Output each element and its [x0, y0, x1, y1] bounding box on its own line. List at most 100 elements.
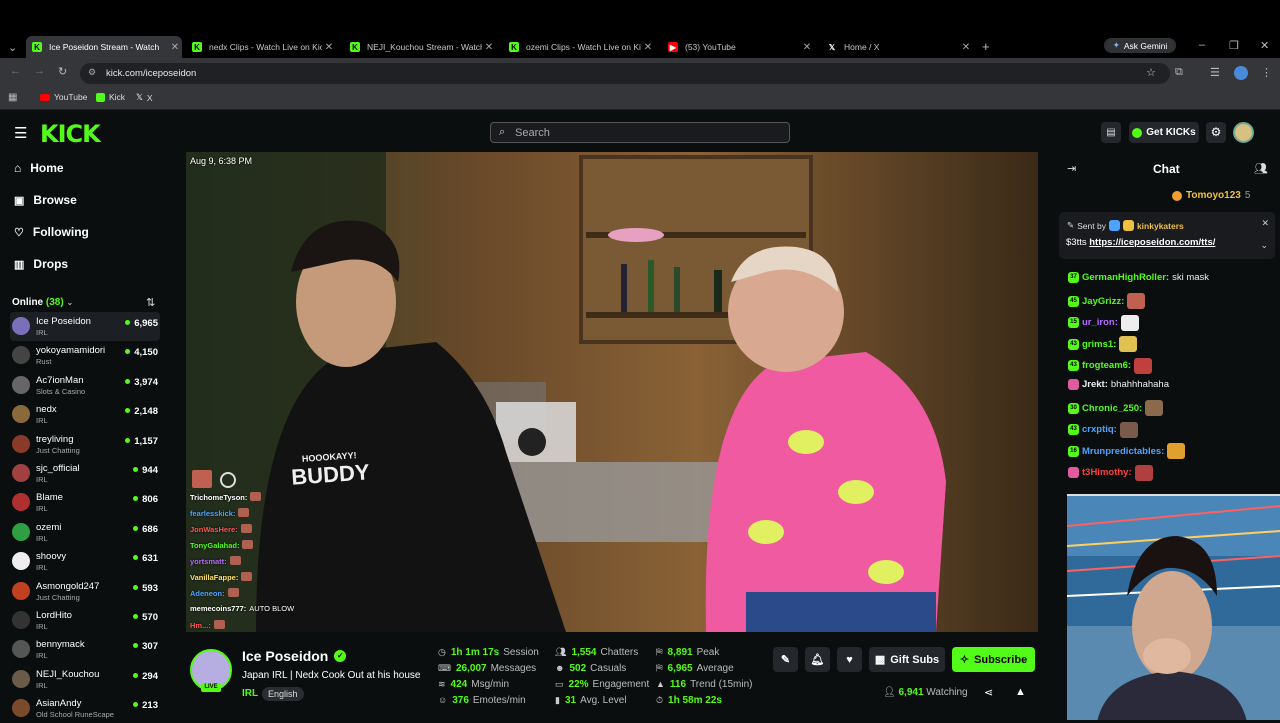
- theater-mode-button[interactable]: ▤: [1101, 122, 1121, 143]
- extensions-icon[interactable]: ⧉: [1175, 66, 1183, 79]
- gift-subs-button[interactable]: ▩ Gift Subs: [869, 647, 945, 672]
- overlay-emote: [213, 620, 225, 629]
- tab-search-icon[interactable]: ⌄: [8, 41, 17, 54]
- browser-menu-icon[interactable]: ⋮: [1261, 66, 1272, 79]
- user-avatar[interactable]: [1233, 122, 1254, 143]
- verified-icon: ✓: [334, 650, 347, 662]
- chat-message[interactable]: 30 Chronic_250:: [1068, 400, 1164, 417]
- sidebar-channel[interactable]: ozemi IRL 686: [10, 518, 160, 547]
- pin-button[interactable]: ✎: [773, 647, 798, 672]
- browser-tab-1[interactable]: K Ice Poseidon Stream - Watch ✕: [26, 36, 182, 58]
- chat-message[interactable]: 45 JayGrizz:: [1068, 293, 1146, 310]
- chat-message[interactable]: 37 GermanHighRoller: ski mask: [1068, 272, 1209, 283]
- live-badge: LIVE: [201, 683, 221, 692]
- channel-avatar: [12, 522, 30, 541]
- bookmark-kick[interactable]: Kick: [96, 92, 125, 102]
- close-icon[interactable]: ✕: [800, 42, 814, 53]
- sidebar-channel[interactable]: bennymack IRL 307: [10, 635, 160, 664]
- chat-message[interactable]: 16 Mrunpredictables:: [1068, 443, 1186, 460]
- sidebar-channel[interactable]: Blame IRL 806: [10, 488, 160, 517]
- stat-icon: ☻: [555, 663, 565, 673]
- url-input[interactable]: ⚙ kick.com/iceposeidon ☆: [80, 63, 1170, 84]
- profile-avatar[interactable]: [1234, 66, 1248, 80]
- tab-media-icon[interactable]: ☰: [1210, 66, 1220, 79]
- chat-message[interactable]: 43 frogteam6:: [1068, 357, 1153, 374]
- unpin-icon[interactable]: ✕: [1261, 218, 1269, 229]
- sidebar-channel[interactable]: treyliving Just Chatting 1,157: [10, 430, 160, 459]
- sidebar-item-drops[interactable]: ▥ Drops: [14, 257, 68, 271]
- bookmark-x[interactable]: 𝕏 X: [136, 92, 153, 103]
- video-player[interactable]: Aug 9, 6:38 PM HOOOKAYY! BUDDY TrichomeT…: [186, 152, 1038, 632]
- sidebar-item-following[interactable]: ♡ Following: [14, 225, 89, 239]
- get-kicks-button[interactable]: Get KICKs: [1129, 122, 1199, 143]
- close-icon[interactable]: ✕: [322, 42, 336, 53]
- user-badge: [1122, 220, 1134, 231]
- close-icon[interactable]: ✕: [959, 42, 973, 53]
- chat-message[interactable]: Jrekt: bhahhhahaha: [1068, 379, 1169, 390]
- sidebar-channel[interactable]: sjc_official IRL 944: [10, 459, 160, 488]
- report-icon[interactable]: ▲: [1015, 686, 1026, 698]
- chat-message[interactable]: 43 grims1:: [1068, 336, 1138, 353]
- minimize-icon[interactable]: –: [1199, 39, 1205, 51]
- sidebar-channel[interactable]: Ice Poseidon IRL 6,965: [10, 312, 160, 341]
- overlay-chat-line: Adeneon:: [190, 588, 239, 598]
- channel-avatar: [12, 552, 30, 571]
- channel-name: ozemi: [36, 521, 62, 533]
- search-input[interactable]: ⌕ Search: [490, 122, 790, 143]
- language-tag[interactable]: English: [262, 687, 304, 701]
- apps-grid-icon[interactable]: ▦: [8, 92, 17, 103]
- follow-button[interactable]: ♥: [837, 647, 862, 672]
- browser-tab-3[interactable]: K NEJI_Kouchou Stream - Watch ✕: [344, 36, 496, 58]
- chat-emote: [1119, 336, 1138, 353]
- sidebar-channel[interactable]: shoovy IRL 631: [10, 547, 160, 576]
- chat-message[interactable]: 43 crxptiq:: [1068, 421, 1138, 438]
- kick-logo[interactable]: KICK: [40, 120, 101, 148]
- sort-icon[interactable]: ⇅: [146, 296, 155, 309]
- sidebar-channel[interactable]: nedx IRL 2,148: [10, 400, 160, 429]
- browser-tab-6[interactable]: 𝕏 Home / X ✕: [821, 36, 973, 58]
- browser-tab-5[interactable]: ▶ (53) YouTube ✕: [662, 36, 814, 58]
- chat-message[interactable]: t3Himothy:: [1068, 464, 1153, 481]
- chat-users-icon[interactable]: 👥︎: [1254, 162, 1268, 175]
- browser-tab-2[interactable]: K nedx Clips - Watch Live on Kick ✕: [186, 36, 336, 58]
- site-info-icon[interactable]: ⚙: [88, 67, 96, 78]
- notification-button[interactable]: 🔔︎: [805, 647, 830, 672]
- sidebar-channel[interactable]: Ac7ionMan Slots & Casino 3,974: [10, 371, 160, 400]
- sidebar-channel[interactable]: yokoyamamidori Rust 4,150: [10, 341, 160, 370]
- close-icon[interactable]: ✕: [641, 42, 655, 53]
- hamburger-menu-icon[interactable]: ☰: [14, 124, 27, 142]
- subscribe-button[interactable]: ✧ Subscribe: [952, 647, 1035, 672]
- back-icon[interactable]: ←: [10, 65, 21, 77]
- chevron-down-icon: ⌄: [66, 298, 74, 307]
- share-icon[interactable]: ⋖: [984, 686, 993, 699]
- chat-message[interactable]: 15 ur_iron:: [1068, 314, 1139, 331]
- close-icon[interactable]: ✕: [482, 42, 496, 53]
- sidebar-channel[interactable]: AsianAndy Old School RuneScape 213: [10, 694, 160, 723]
- browser-tab-4[interactable]: K ozemi Clips - Watch Live on Kick ✕: [503, 36, 655, 58]
- collapse-chat-icon[interactable]: ⇥: [1067, 162, 1076, 175]
- pinned-message[interactable]: ✎ Sent by kinkykaters $3tts https://icep…: [1059, 212, 1275, 259]
- forward-icon[interactable]: →: [34, 65, 45, 77]
- close-window-icon[interactable]: ✕: [1260, 39, 1269, 52]
- sidebar-item-home[interactable]: ⌂ Home: [14, 161, 64, 175]
- close-icon[interactable]: ✕: [168, 42, 182, 53]
- maximize-icon[interactable]: ❐: [1229, 39, 1239, 52]
- ask-gemini-button[interactable]: ✦ Ask Gemini: [1104, 38, 1176, 53]
- new-tab-icon[interactable]: +: [982, 39, 990, 54]
- kick-favicon-icon: K: [192, 42, 202, 52]
- sidebar-channel[interactable]: NEJI_Kouchou IRL 294: [10, 665, 160, 694]
- sidebar-item-browse[interactable]: ▣ Browse: [14, 193, 77, 207]
- streamer-name[interactable]: Ice Poseidon ✓: [242, 648, 347, 664]
- overlay-emote: [229, 556, 241, 565]
- sidebar-channel[interactable]: LordHito IRL 570: [10, 606, 160, 635]
- sidebar-channel[interactable]: Asmongold247 Just Chatting 593: [10, 577, 160, 606]
- pinned-link[interactable]: https://iceposeidon.com/tts/: [1089, 237, 1215, 248]
- category-link[interactable]: IRL: [242, 688, 258, 699]
- channel-category: IRL: [36, 328, 48, 337]
- bookmark-youtube[interactable]: YouTube: [40, 92, 87, 102]
- online-header[interactable]: Online (38) ⌄: [12, 297, 73, 308]
- chevron-down-icon[interactable]: ⌄: [1260, 240, 1268, 251]
- reload-icon[interactable]: ↻: [58, 65, 67, 78]
- settings-button[interactable]: ⚙: [1206, 122, 1226, 143]
- bookmark-star-icon[interactable]: ☆: [1146, 66, 1156, 79]
